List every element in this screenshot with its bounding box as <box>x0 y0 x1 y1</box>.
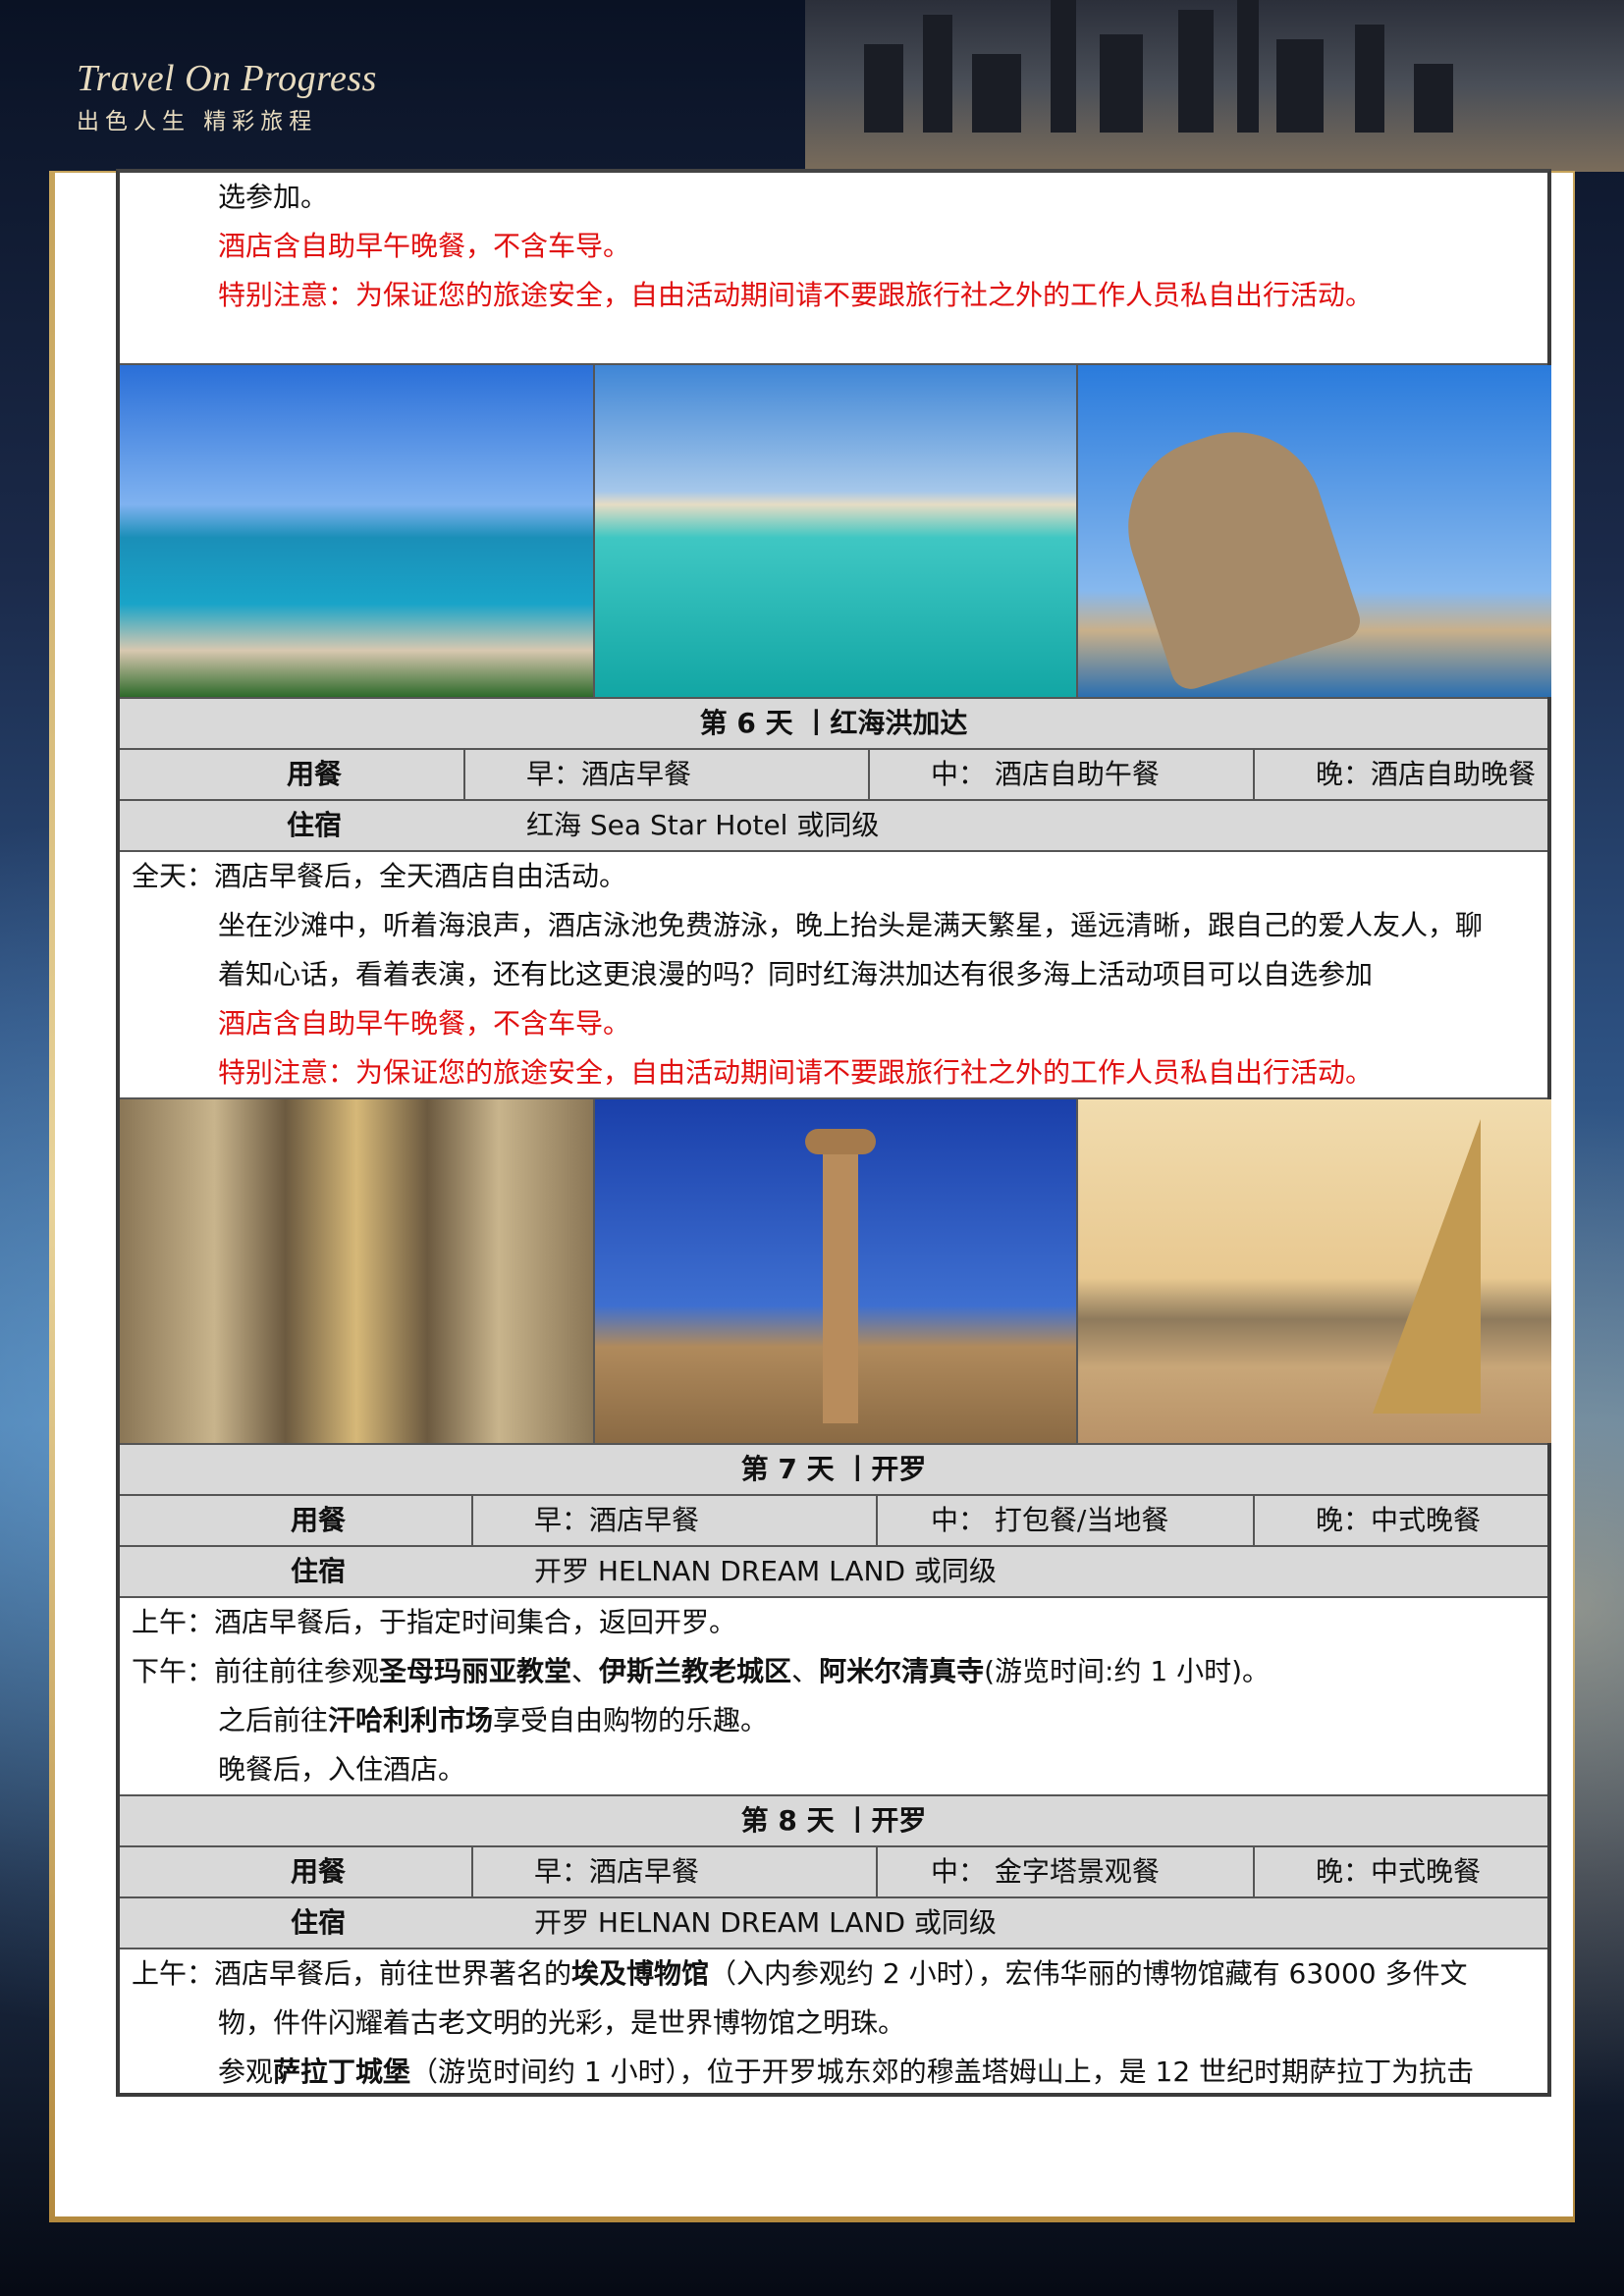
day6-line-3: 着知心话，看着表演，还有比这更浪漫的吗？同时红海洪加达有很多海上活动项目可以自选… <box>218 958 1374 990</box>
day7-hotel-row: 住宿 开罗 HELNAN DREAM LAND 或同级 <box>120 1547 1547 1596</box>
itinerary-document: 选参加。 酒店含自助早午晚餐，不含车导。 特别注意：为保证您的旅途安全，自由活动… <box>116 169 1551 2097</box>
day6-dinner: 晚：酒店自助晚餐 <box>1316 758 1537 790</box>
brand-name: Travel On Progress <box>77 58 377 99</box>
day6-note: 酒店含自助早午晚餐，不含车导。 <box>218 1007 631 1040</box>
camel-photo <box>1078 365 1551 697</box>
day7-line-1: 上午：酒店早餐后，于指定时间集合，返回开罗。 <box>132 1606 737 1638</box>
day6-title-row: 第 6 天 丨红海洪加达 <box>120 699 1547 748</box>
day7-dinner: 晚：中式晚餐 <box>1316 1504 1482 1536</box>
day6-line-2: 坐在沙滩中，听着海浪声，酒店泳池免费游泳，晚上抬头是满天繁星，遥远清晰，跟自己的… <box>218 909 1484 941</box>
day6-hotel: 红海 Sea Star Hotel 或同级 <box>526 809 880 841</box>
city-skyline-banner <box>805 0 1624 172</box>
intro-note: 酒店含自助早午晚餐，不含车导。 <box>218 230 631 262</box>
day8-title: 第 8 天 丨开罗 <box>740 1804 927 1837</box>
day6-hotel-label: 住宿 <box>287 809 343 841</box>
day7-lunch: 中： 打包餐/当地餐 <box>931 1504 1169 1536</box>
day7-meals-row: 用餐 早：酒店早餐 中： 打包餐/当地餐 晚：中式晚餐 <box>120 1496 1547 1545</box>
day7-title-row: 第 7 天 丨开罗 <box>120 1445 1547 1494</box>
day6-warning: 特别注意：为保证您的旅途安全，自由活动期间请不要跟旅行社之外的工作人员私自出行活… <box>218 1056 1374 1089</box>
day8-meals-label: 用餐 <box>291 1855 347 1888</box>
day8-lunch: 中： 金字塔景观餐 <box>931 1855 1160 1888</box>
day7-breakfast: 早：酒店早餐 <box>534 1504 700 1536</box>
day8-hotel-row: 住宿 开罗 HELNAN DREAM LAND 或同级 <box>120 1898 1547 1948</box>
marina-photo <box>120 365 593 697</box>
day7-hotel: 开罗 HELNAN DREAM LAND 或同级 <box>534 1555 997 1587</box>
brand-logo: Travel On Progress 出色人生 精彩旅程 <box>77 57 377 135</box>
intro-warning: 特别注意：为保证您的旅途安全，自由活动期间请不要跟旅行社之外的工作人员私自出行活… <box>218 279 1374 311</box>
day8-line-2: 物，件件闪耀着古老文明的光彩，是世界博物馆之明珠。 <box>218 2006 906 2039</box>
day8-line-3: 参观萨拉丁城堡（游览时间约 1 小时），位于开罗城东郊的穆盖塔姆山上，是 12 … <box>218 2056 1475 2088</box>
day6-lunch: 中： 酒店自助午餐 <box>931 758 1160 790</box>
day6-hotel-row: 住宿 红海 Sea Star Hotel 或同级 <box>120 801 1547 850</box>
day7-line-4: 晚餐后，入住酒店。 <box>218 1753 466 1786</box>
day8-hotel: 开罗 HELNAN DREAM LAND 或同级 <box>534 1906 997 1939</box>
day7-line-2: 下午：前往前往参观圣母玛丽亚教堂、伊斯兰教老城区、阿米尔清真寺(游览时间:约 1… <box>132 1655 1270 1687</box>
day8-dinner: 晚：中式晚餐 <box>1316 1855 1482 1888</box>
day7-line-3: 之后前往汗哈利利市场享受自由购物的乐趣。 <box>218 1704 769 1736</box>
day7-title: 第 7 天 丨开罗 <box>740 1453 927 1485</box>
day8-meals-row: 用餐 早：酒店早餐 中： 金字塔景观餐 晚：中式晚餐 <box>120 1847 1547 1896</box>
red-sea-beach-photo <box>595 365 1076 697</box>
nile-felucca-photo <box>1078 1099 1551 1443</box>
day6-breakfast: 早：酒店早餐 <box>526 758 692 790</box>
day6-meals-row: 用餐 早：酒店早餐 中： 酒店自助午餐 晚：酒店自助晚餐 <box>120 750 1547 799</box>
intro-line-1: 选参加。 <box>218 181 329 213</box>
day6-title: 第 6 天 丨红海洪加达 <box>699 707 968 739</box>
day7-hotel-label: 住宿 <box>291 1555 347 1587</box>
day8-line-1: 上午：酒店早餐后，前往世界著名的埃及博物馆（入内参观约 2 小时），宏伟华丽的博… <box>132 1957 1468 1990</box>
day8-title-row: 第 8 天 丨开罗 <box>120 1796 1547 1845</box>
karnak-column-photo <box>595 1099 1076 1443</box>
day7-meals-label: 用餐 <box>291 1504 347 1536</box>
temple-columns-photo <box>120 1099 593 1443</box>
day8-breakfast: 早：酒店早餐 <box>534 1855 700 1888</box>
day8-hotel-label: 住宿 <box>291 1906 347 1939</box>
brand-slogan: 出色人生 精彩旅程 <box>77 109 318 134</box>
day6-line-1: 全天：酒店早餐后，全天酒店自由活动。 <box>132 860 627 892</box>
day6-meals-label: 用餐 <box>287 758 343 790</box>
